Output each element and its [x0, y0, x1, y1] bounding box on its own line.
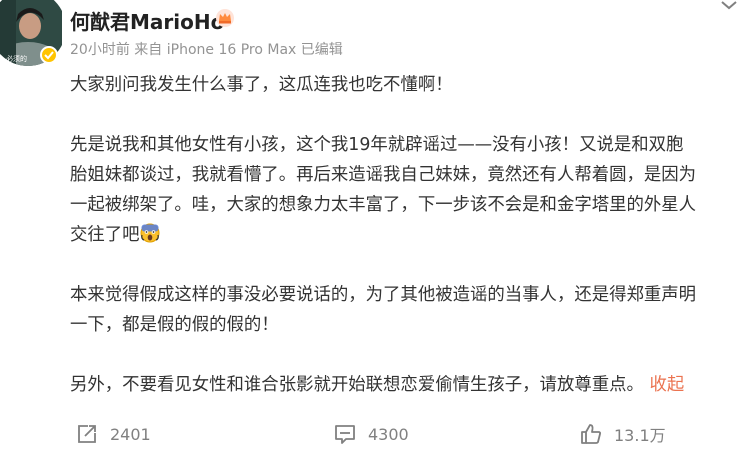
like-count: 13.1万: [614, 426, 666, 445]
like-button[interactable]: 13.1万: [580, 414, 666, 454]
author-name[interactable]: 何猷君MarioHo: [70, 6, 224, 35]
avatar-caption: 必须的: [6, 54, 27, 63]
edited-label[interactable]: 已编辑: [301, 42, 343, 58]
crown-icon: [215, 8, 235, 28]
paragraph-4: 另外，不要看见女性和谁合张影就开始联想恋爱偷情生孩子，请放尊重点。 收起: [70, 370, 746, 400]
repost-button[interactable]: 2401: [76, 414, 151, 454]
paragraph-4-text: 另外，不要看见女性和谁合张影就开始联想恋爱偷情生孩子，请放尊重点。: [70, 375, 644, 395]
post-content: 大家别问我发生什么事了，这瓜连我也吃不懂啊！ 先是说我和其他女性有小孩，这个我1…: [70, 70, 746, 400]
comment-count: 4300: [368, 424, 409, 444]
paragraph-2-line-3: 一起被绑架了。哇，大家的想象力太丰富了，下一步该不会是和金字塔里的外星人: [70, 195, 697, 215]
verified-badge-icon: [40, 46, 58, 64]
chevron-down-icon[interactable]: [718, 0, 740, 14]
post-time[interactable]: 20小时前: [70, 42, 130, 58]
comment-button[interactable]: 4300: [334, 414, 409, 454]
paragraph-1: 大家别问我发生什么事了，这瓜连我也吃不懂啊！: [70, 75, 453, 95]
thumbs-up-icon: [581, 424, 602, 444]
paragraph-2-line-4: 交往了吧: [70, 225, 140, 245]
paragraph-2: 先是说我和其他女性有小孩，这个我19年就辟谣过——没有小孩！又说是和双胞 胎姐妹…: [70, 130, 746, 250]
action-bar: 2401 4300 13.1万: [0, 414, 754, 454]
source-prefix: 来自: [134, 42, 163, 58]
paragraph-2-line-2: 胎姐妹都谈过，我就看懵了。再后来造谣我自己妹妹，竟然还有人帮着圆，是因为: [70, 165, 697, 185]
paragraph-3-line-2: 一下，都是假的假的假的！: [70, 315, 279, 335]
comment-icon: [335, 425, 355, 444]
repost-count: 2401: [110, 424, 151, 444]
paragraph-3: 本来觉得假成这样的事没必要说话的，为了其他被造谣的当事人，还是得郑重声明 一下，…: [70, 280, 746, 340]
collapse-link[interactable]: 收起: [649, 375, 684, 395]
post-meta: 20小时前 来自 iPhone 16 Pro Max 已编辑: [70, 39, 343, 59]
paragraph-3-line-1: 本来觉得假成这样的事没必要说话的，为了其他被造谣的当事人，还是得郑重声明: [70, 285, 697, 305]
shocked-emoji-icon: [140, 223, 160, 243]
post-device: iPhone 16 Pro Max: [166, 42, 297, 58]
repost-icon: [78, 425, 96, 443]
paragraph-2-line-1: 先是说我和其他女性有小孩，这个我19年就辟谣过——没有小孩！又说是和双胞: [70, 135, 684, 155]
